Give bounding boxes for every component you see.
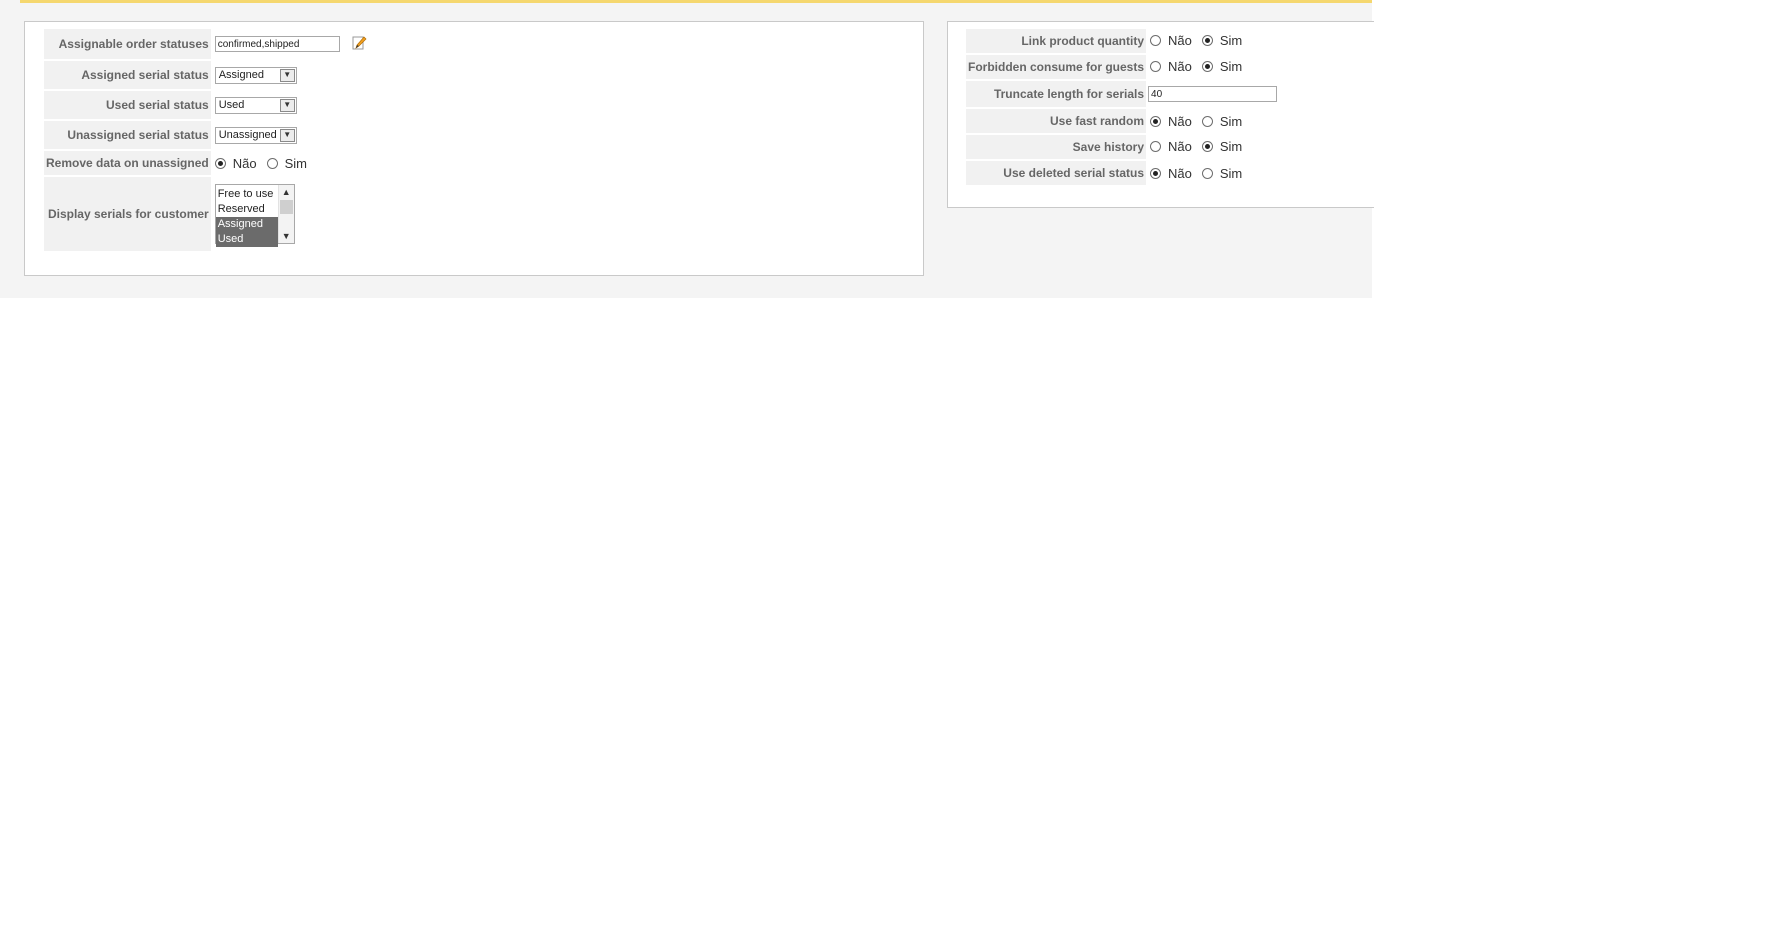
param-row-assignable-order-statuses: Assignable order statuses [44, 29, 369, 59]
param-row-use-fast-random: Use fast random Não Sim [966, 109, 1279, 133]
param-label: Truncate length for serials [966, 81, 1147, 107]
use-deleted-status-yes-radio[interactable] [1201, 168, 1213, 179]
serial-options-params: Link product quantity Não Sim Forbidden … [966, 27, 1279, 187]
select-value: Used [218, 99, 245, 111]
assigned-serial-status-select[interactable]: Assigned ▼ [214, 66, 297, 84]
param-row-save-history: Save history Não Sim [966, 135, 1279, 159]
param-row-used-serial-status: Used serial status Used ▼ [44, 91, 369, 119]
save-history-no-radio[interactable] [1150, 141, 1162, 152]
listbox-options: Free to use Reserved Assigned Used [215, 185, 278, 247]
config-workspace: Assignable order statuses Assigned seria… [0, 0, 1374, 298]
listbox-option-free-to-use[interactable]: Free to use [216, 187, 278, 202]
radio-label-yes: Sim [1219, 166, 1243, 181]
top-accent-bar [20, 0, 1372, 3]
save-history-yes-radio[interactable] [1201, 141, 1213, 152]
param-row-forbidden-consume-for-guests: Forbidden consume for guests Não Sim [966, 55, 1279, 79]
save-history-radio-group: Não Sim [1150, 139, 1252, 154]
param-label: Used serial status [44, 91, 211, 119]
edit-pencil-icon[interactable] [351, 35, 367, 54]
unassigned-serial-status-select[interactable]: Unassigned ▼ [214, 126, 297, 144]
listbox-option-assigned[interactable]: Assigned [215, 217, 278, 232]
used-serial-status-select[interactable]: Used ▼ [214, 96, 297, 114]
remove-data-yes-radio[interactable] [266, 158, 278, 169]
scroll-up-icon[interactable]: ▲ [282, 185, 291, 199]
forbidden-consume-no-radio[interactable] [1150, 61, 1162, 72]
use-fast-random-no-radio[interactable] [1150, 116, 1162, 127]
param-row-use-deleted-serial-status: Use deleted serial status Não Sim [966, 161, 1279, 185]
listbox-scrollbar[interactable]: ▲ ▼ [277, 185, 294, 243]
radio-label-yes: Sim [284, 156, 307, 171]
serial-status-panel: Assignable order statuses Assigned seria… [24, 21, 924, 276]
param-row-link-product-quantity: Link product quantity Não Sim [966, 29, 1279, 53]
use-deleted-status-no-radio[interactable] [1150, 168, 1162, 179]
forbidden-consume-radio-group: Não Sim [1150, 59, 1252, 74]
radio-label-no: Não [232, 156, 257, 171]
param-label: Display serials for customer [44, 177, 211, 251]
scroll-track[interactable] [279, 199, 294, 229]
radio-label-no: Não [1168, 139, 1192, 154]
radio-label-yes: Sim [1219, 59, 1243, 74]
use-fast-random-radio-group: Não Sim [1150, 114, 1252, 129]
radio-label-yes: Sim [1219, 139, 1243, 154]
radio-label-no: Não [1168, 59, 1192, 74]
link-product-quantity-radio-group: Não Sim [1150, 33, 1252, 48]
chevron-down-icon: ▼ [279, 128, 295, 142]
scroll-down-icon[interactable]: ▼ [282, 229, 291, 243]
param-row-remove-data-on-unassigned: Remove data on unassigned Não Sim [44, 151, 369, 175]
listbox-option-used[interactable]: Used [215, 232, 278, 247]
radio-label-no: Não [1168, 33, 1192, 48]
radio-label-no: Não [1168, 166, 1192, 181]
scroll-thumb[interactable] [279, 200, 293, 214]
param-label: Save history [966, 135, 1147, 159]
param-row-truncate-length-for-serials: Truncate length for serials [966, 81, 1279, 107]
remove-data-radio-group: Não Sim [214, 156, 317, 171]
param-label: Remove data on unassigned [44, 151, 211, 175]
param-label: Assignable order statuses [44, 29, 211, 59]
select-value: Assigned [218, 69, 264, 81]
param-row-assigned-serial-status: Assigned serial status Assigned ▼ [44, 61, 369, 89]
chevron-down-icon: ▼ [279, 68, 295, 82]
param-label: Use fast random [966, 109, 1147, 133]
param-row-unassigned-serial-status: Unassigned serial status Unassigned ▼ [44, 121, 369, 149]
radio-label-yes: Sim [1219, 33, 1243, 48]
param-label: Unassigned serial status [44, 121, 211, 149]
chevron-down-icon: ▼ [279, 98, 295, 112]
use-deleted-serial-status-radio-group: Não Sim [1150, 166, 1252, 181]
truncate-length-input[interactable] [1148, 86, 1278, 102]
param-label: Use deleted serial status [966, 161, 1147, 185]
link-product-quantity-yes-radio[interactable] [1201, 35, 1213, 46]
assignable-order-statuses-input[interactable] [214, 36, 340, 52]
listbox-option-reserved[interactable]: Reserved [216, 202, 278, 217]
select-value: Unassigned [218, 129, 277, 141]
param-label: Assigned serial status [44, 61, 211, 89]
serial-options-panel: Link product quantity Não Sim Forbidden … [947, 21, 1374, 208]
remove-data-no-radio[interactable] [214, 158, 226, 169]
param-label: Forbidden consume for guests [966, 55, 1147, 79]
display-serials-listbox[interactable]: Free to use Reserved Assigned Used ▲ ▼ [214, 184, 295, 247]
param-row-display-serials-for-customer: Display serials for customer Free to use… [44, 177, 369, 251]
forbidden-consume-yes-radio[interactable] [1201, 61, 1213, 72]
link-product-quantity-no-radio[interactable] [1150, 35, 1162, 46]
use-fast-random-yes-radio[interactable] [1201, 116, 1213, 127]
radio-label-yes: Sim [1219, 114, 1243, 129]
param-label: Link product quantity [966, 29, 1147, 53]
radio-label-no: Não [1168, 114, 1192, 129]
serial-status-params: Assignable order statuses Assigned seria… [44, 27, 369, 253]
